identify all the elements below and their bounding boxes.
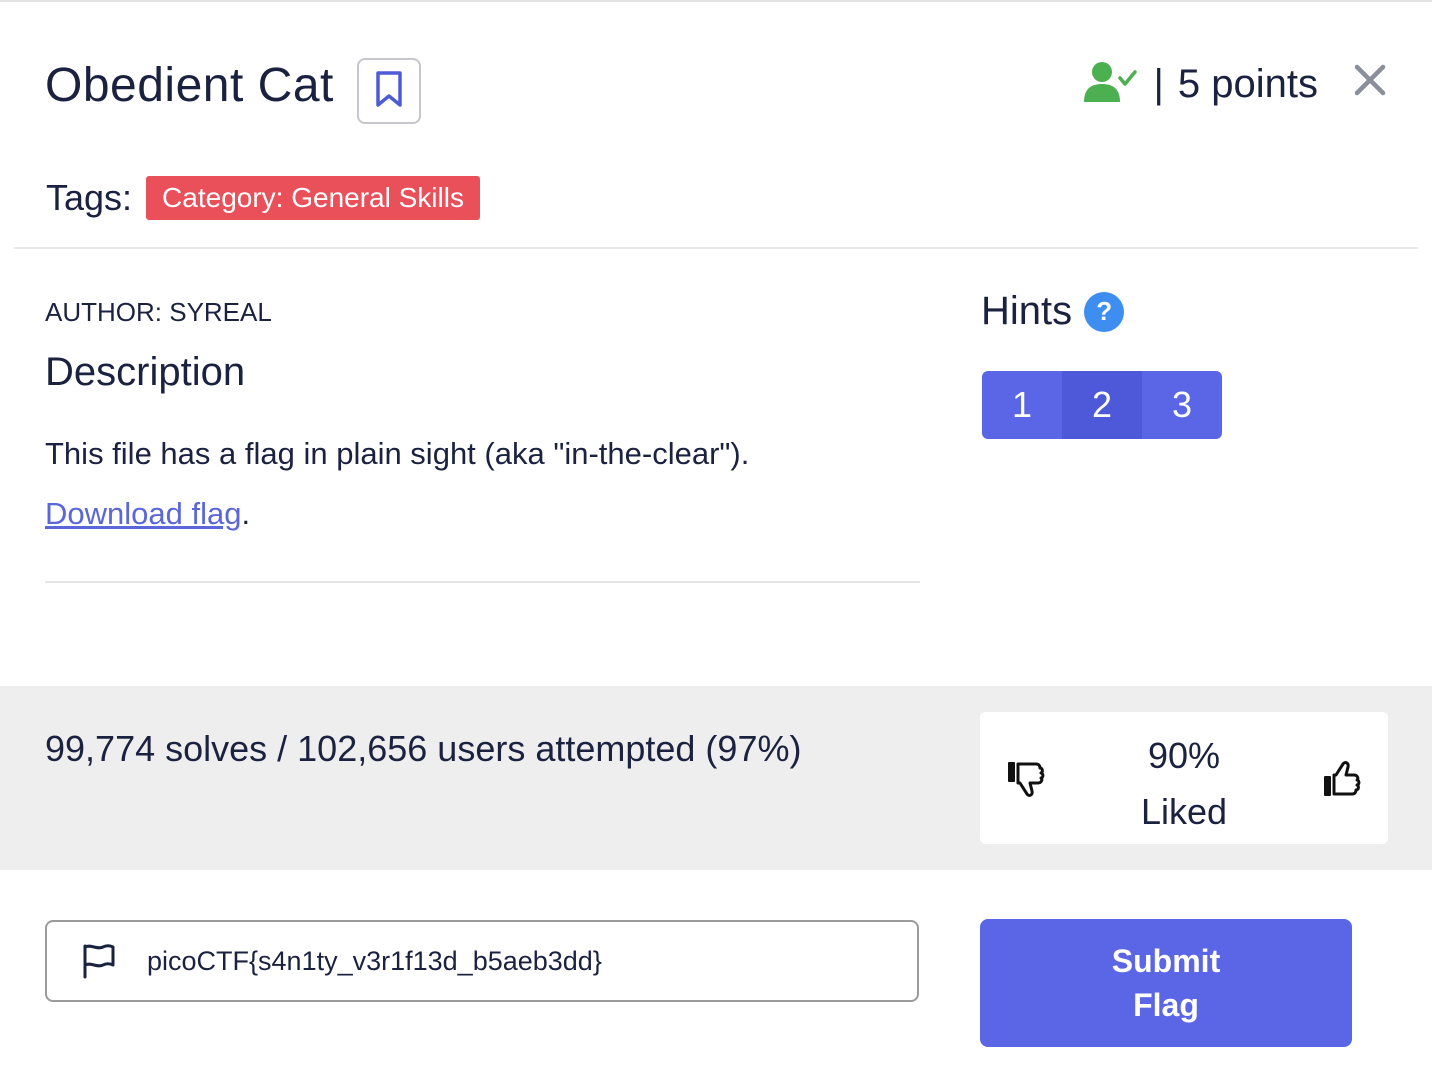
flag-input-field	[45, 920, 919, 1002]
thumbs-up-icon[interactable]	[1322, 758, 1364, 800]
thumbs-down-icon[interactable]	[1006, 758, 1048, 800]
close-icon	[1353, 63, 1387, 102]
flag-input[interactable]	[145, 944, 909, 978]
description-divider	[45, 581, 920, 583]
download-flag-link[interactable]: Download flag	[45, 496, 241, 531]
hints-heading: Hints ?	[981, 289, 1125, 334]
liked-percent: 90%	[1147, 735, 1221, 776]
liked-text: 90% Liked	[1100, 728, 1268, 840]
hint-button-2[interactable]: 2	[1062, 371, 1142, 439]
points-area: | 5 points	[1083, 60, 1318, 109]
description-text: This file has a flag in plain sight (aka…	[45, 436, 750, 471]
submit-flag-button[interactable]: Submit Flag	[980, 919, 1352, 1047]
challenge-title: Obedient Cat	[45, 59, 334, 112]
top-border	[0, 0, 1432, 2]
solves-stats: 99,774 solves / 102,656 users attempted …	[45, 728, 802, 769]
download-suffix: .	[241, 496, 251, 531]
points-separator: |	[1153, 62, 1164, 106]
points-value: 5 points	[1177, 62, 1318, 106]
hint-buttons: 1 2 3	[982, 371, 1222, 439]
liked-label: Liked	[1140, 791, 1228, 832]
tags-row: Tags: Category: General Skills	[46, 176, 480, 220]
header-divider	[14, 247, 1418, 249]
author-label: AUTHOR: SYREAL	[45, 297, 272, 327]
download-line: Download flag.	[45, 496, 250, 532]
hint-button-3[interactable]: 3	[1142, 371, 1222, 439]
hints-title: Hints	[981, 289, 1073, 333]
bookmark-button[interactable]	[357, 58, 421, 124]
tags-label: Tags:	[46, 177, 133, 218]
user-check-icon	[1083, 60, 1138, 109]
description-heading: Description	[45, 350, 246, 394]
hint-button-1[interactable]: 1	[982, 371, 1062, 439]
likes-panel: 90% Liked	[980, 712, 1388, 844]
close-button[interactable]	[1350, 62, 1390, 102]
bookmark-icon	[375, 70, 403, 113]
help-icon[interactable]: ?	[1084, 291, 1125, 332]
category-tag: Category: General Skills	[146, 176, 480, 220]
flag-icon	[81, 943, 117, 979]
